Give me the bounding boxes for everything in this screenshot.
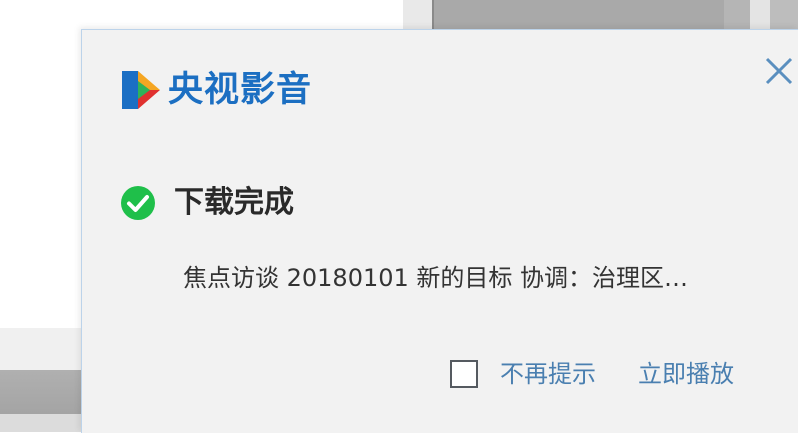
download-complete-popup: 央视影音 下载完成 焦点访谈 20180101 新的目标 协调：治理区… 不再提…	[81, 29, 798, 433]
background-window-block	[724, 0, 750, 30]
cctv-play-logo-icon	[122, 71, 160, 109]
downloaded-file-name: 焦点访谈 20180101 新的目标 协调：治理区…	[183, 264, 689, 292]
brand-name: 央视影音	[168, 70, 313, 110]
check-circle-icon	[121, 186, 155, 220]
close-icon	[765, 57, 793, 85]
dont-remind-label[interactable]: 不再提示	[500, 354, 596, 394]
play-now-button[interactable]: 立即播放	[638, 354, 734, 394]
dont-remind-checkbox[interactable]	[450, 360, 478, 388]
background-window-strip	[750, 0, 770, 30]
status-row: 下载完成	[120, 183, 294, 223]
background-window-left-bar	[0, 370, 82, 414]
app-logo: 央视影音	[120, 68, 312, 112]
status-title: 下载完成	[174, 185, 294, 220]
background-window-left	[0, 328, 82, 370]
background-window-block	[770, 0, 798, 30]
background-window-block	[432, 0, 724, 30]
popup-footer: 不再提示 立即播放	[450, 354, 734, 394]
background-window-left-bottom	[0, 414, 82, 432]
dont-remind-option[interactable]: 不再提示	[450, 354, 596, 394]
close-button[interactable]	[762, 54, 796, 88]
